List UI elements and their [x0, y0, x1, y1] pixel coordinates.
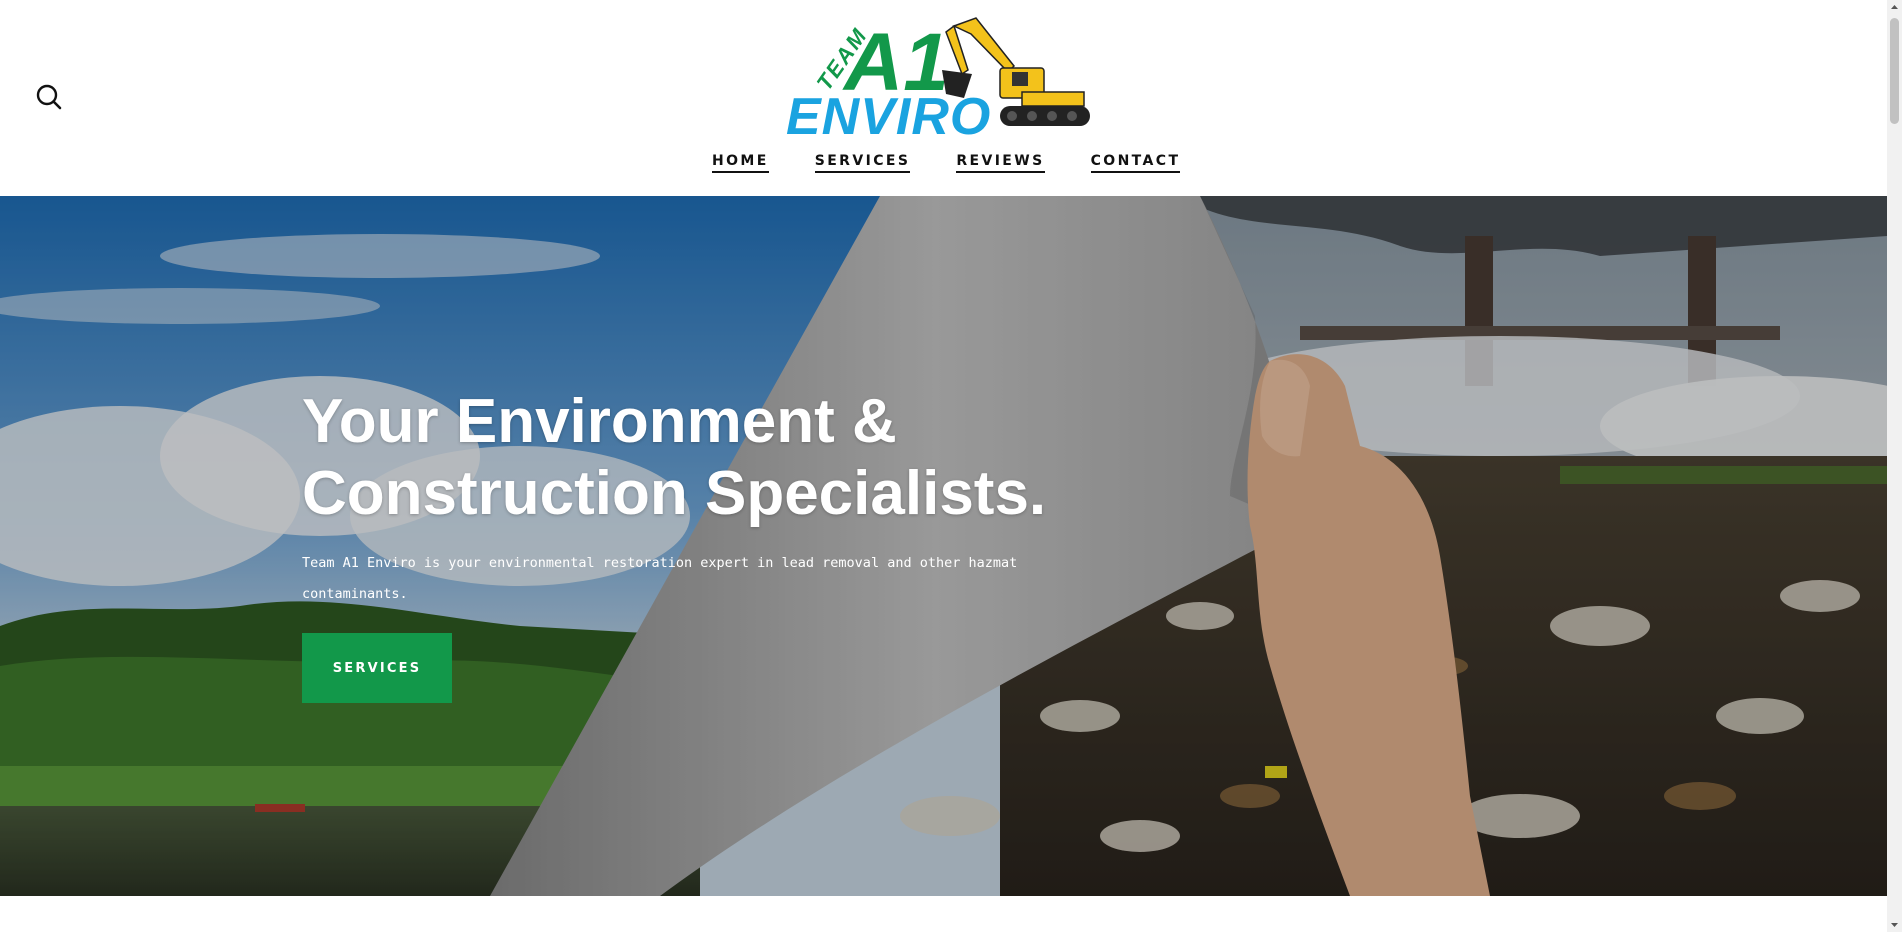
site-logo[interactable]: TEAM A1 ENVIRO [786, 14, 1092, 146]
nav-services[interactable]: SERVICES [814, 153, 911, 173]
scroll-down-arrow-icon[interactable] [1887, 917, 1902, 932]
nav-reviews[interactable]: REVIEWS [956, 153, 1045, 173]
logo-enviro-text: ENVIRO [786, 88, 991, 138]
hero-title: Your Environment & Construction Speciali… [302, 386, 1102, 530]
hero-subtitle: Team A1 Enviro is your environmental res… [302, 555, 1018, 602]
services-button[interactable]: SERVICES [302, 633, 452, 703]
search-button[interactable] [34, 82, 64, 112]
hero-background-image [0, 196, 1887, 896]
hero-section: Your Environment & Construction Speciali… [0, 196, 1887, 896]
search-icon [36, 84, 62, 110]
nav-home[interactable]: HOME [712, 153, 769, 173]
main-nav: HOME SERVICES REVIEWS CONTACT [712, 153, 1181, 173]
hero-title-line-2: Construction Specialists. [302, 459, 1047, 528]
scroll-thumb[interactable] [1890, 18, 1899, 124]
nav-contact[interactable]: CONTACT [1090, 153, 1181, 173]
page-scrollbar[interactable] [1887, 0, 1902, 932]
site-header: TEAM A1 ENVIRO HOME SERVICES REVIEWS CON… [0, 0, 1887, 196]
scroll-up-arrow-icon[interactable] [1887, 0, 1902, 15]
hero-title-line-1: Your Environment & [302, 387, 897, 456]
page: TEAM A1 ENVIRO HOME SERVICES REVIEWS CON… [0, 0, 1887, 932]
